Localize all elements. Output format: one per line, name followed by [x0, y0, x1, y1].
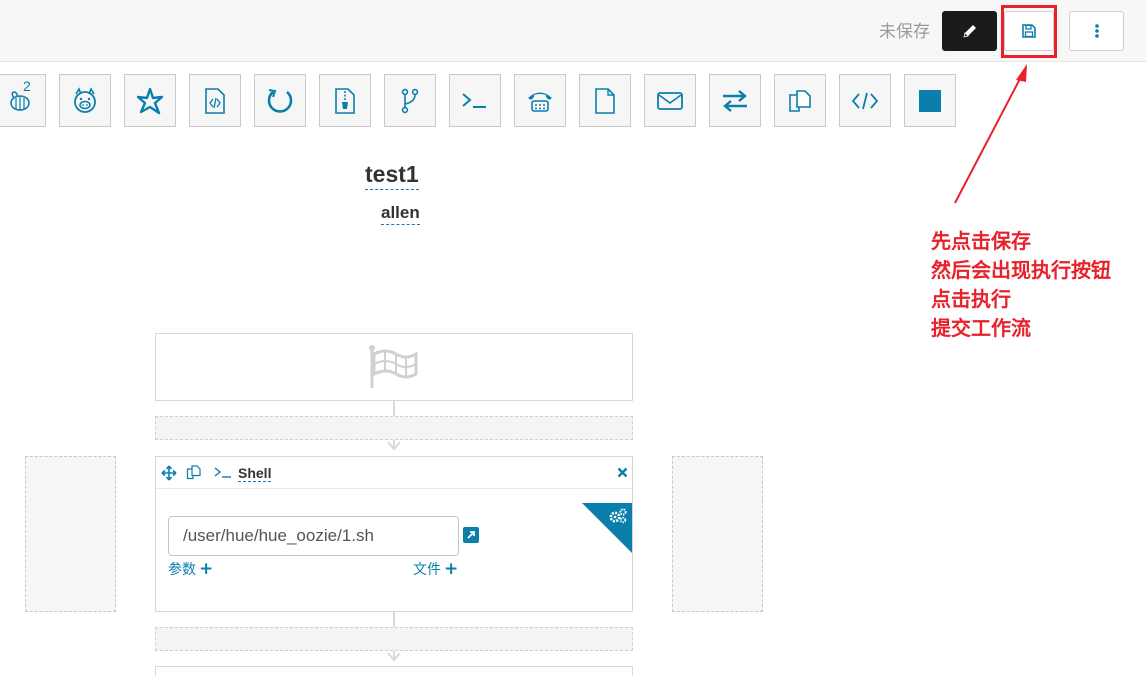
annotation-line: 然后会出现执行按钮 [931, 258, 1111, 282]
annotation-line: 提交工作流 [931, 316, 1031, 340]
annotation-line: 点击执行 [931, 287, 1011, 311]
annotation-text: 先点击保存 然后会出现执行按钮 点击执行 提交工作流 [931, 227, 1111, 343]
annotation-line: 先点击保存 [931, 229, 1031, 253]
workflow-editor-page: 未保存 2 test1 allen Shell /user/hue/hue_oo… [0, 0, 1146, 676]
